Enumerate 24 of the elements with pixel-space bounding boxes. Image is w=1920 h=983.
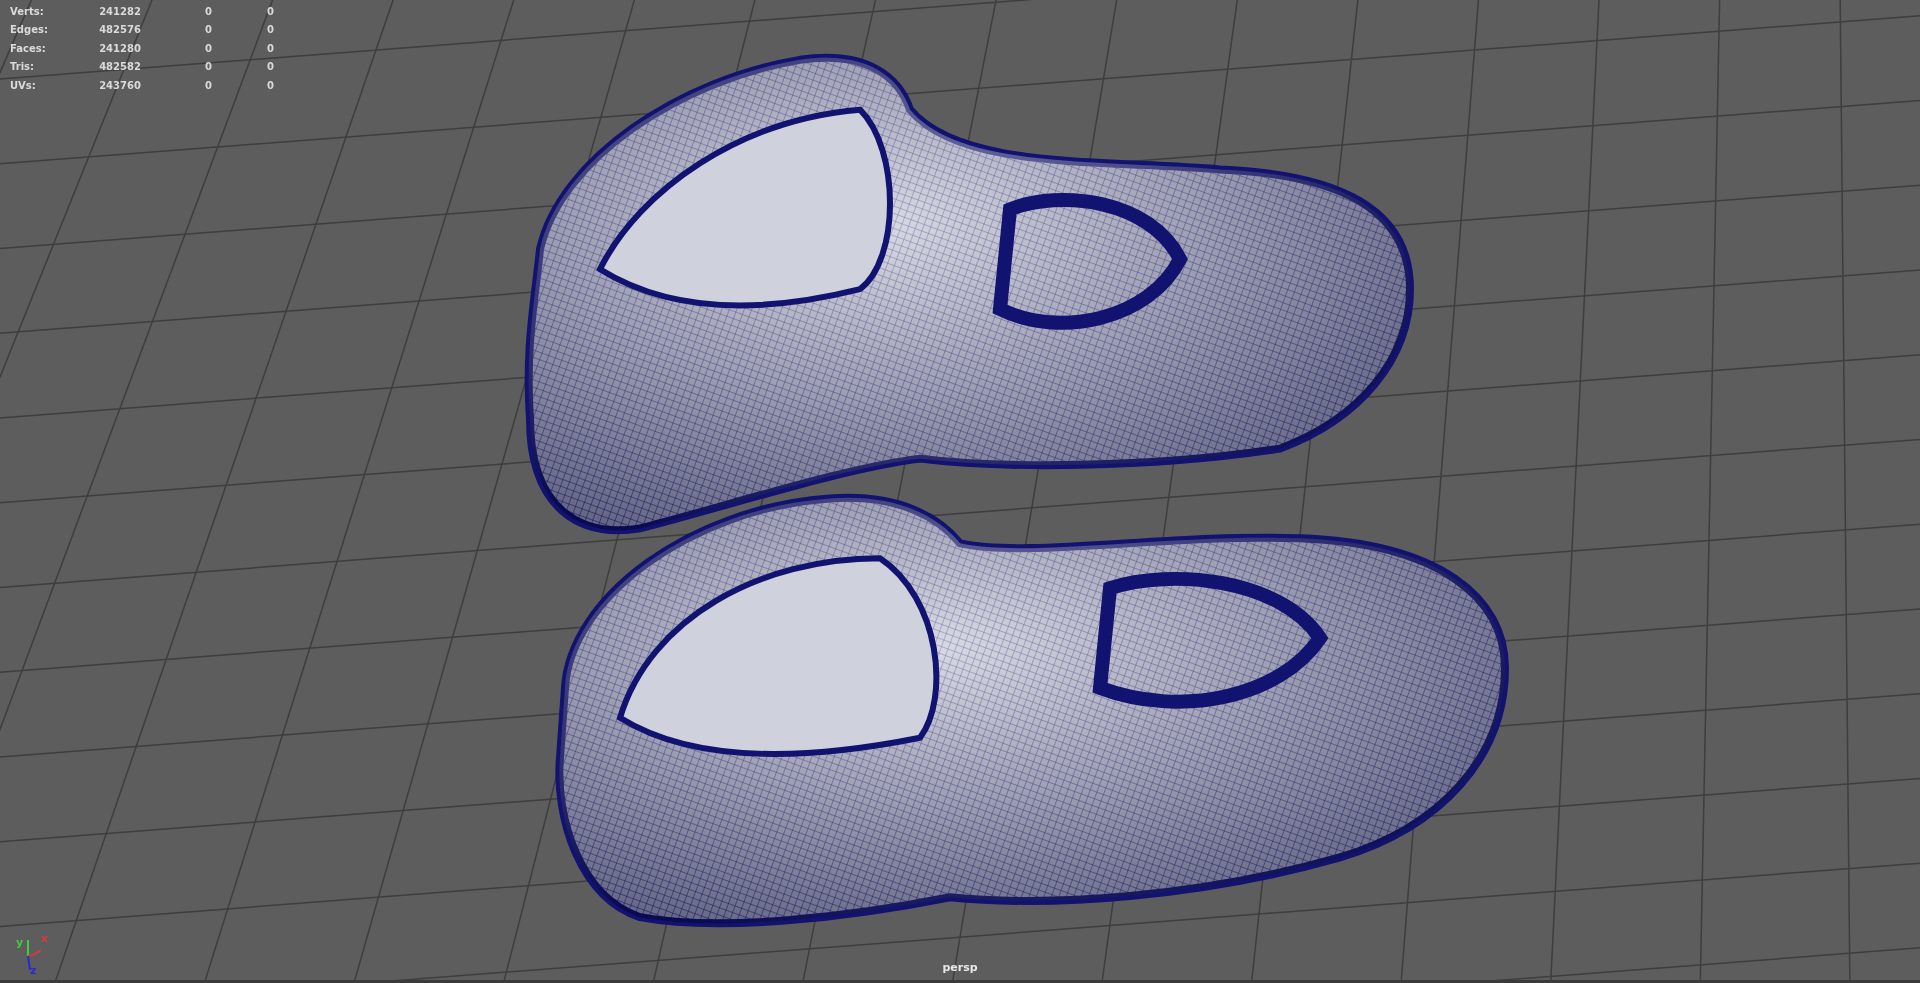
stat-value: 0 [266, 42, 274, 54]
stat-value: 0 [204, 5, 212, 17]
stat-label: Tris: [10, 61, 36, 73]
stat-label: Edges: [10, 24, 49, 36]
stat-value: 241282 [98, 5, 142, 17]
stat-value: 0 [204, 61, 212, 73]
camera-name: persp [942, 961, 978, 974]
axis-label: x [41, 932, 49, 945]
stat-label: UVs: [10, 79, 37, 91]
stat-value: 0 [266, 5, 274, 17]
stat-label: Verts: [10, 5, 45, 17]
stat-value: 0 [266, 79, 274, 91]
stat-value: 0 [266, 61, 274, 73]
stat-value: 0 [204, 42, 212, 54]
axis-label: y [16, 936, 24, 949]
stat-value: 0 [204, 24, 212, 36]
axis-label: z [30, 964, 37, 977]
stat-value: 243760 [98, 79, 142, 91]
stat-value: 482582 [98, 61, 142, 73]
stat-value: 241280 [98, 42, 142, 54]
stat-value: 0 [266, 24, 274, 36]
stat-value: 482576 [98, 24, 142, 36]
stat-value: 0 [204, 79, 212, 91]
stat-label: Faces: [10, 42, 47, 54]
